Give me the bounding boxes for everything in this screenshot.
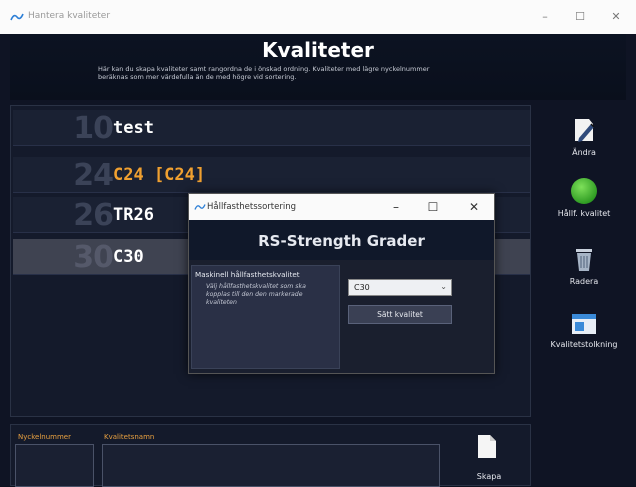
app-icon — [10, 13, 24, 21]
strength-quality-value: C30 — [354, 283, 370, 292]
quality-number: 30 — [73, 240, 114, 275]
quality-name: C24 [C24] — [113, 165, 206, 185]
quality-row[interactable]: 24 C24 [C24] — [13, 157, 530, 193]
quality-name: test — [113, 118, 154, 138]
close-button[interactable]: ✕ — [606, 8, 626, 26]
dialog-close-button[interactable]: ✕ — [465, 198, 483, 216]
quality-row[interactable]: 10 test — [13, 110, 530, 146]
dialog-app-icon — [194, 204, 206, 210]
delete-button[interactable]: Radera — [544, 245, 624, 286]
strength-quality-select[interactable]: C30 ⌄ — [348, 279, 452, 296]
strength-sorting-dialog: Hållfasthetssortering – ☐ ✕ RS-Strength … — [188, 193, 495, 374]
dialog-section-description: Välj hållfasthetskvalitet som ska koppla… — [206, 283, 306, 306]
window-title: Hantera kvaliteter — [28, 11, 111, 21]
dialog-header: RS-Strength Grader — [189, 220, 494, 260]
quality-name: C30 — [113, 247, 144, 267]
edit-label: Ändra — [572, 148, 596, 157]
chevron-down-icon: ⌄ — [440, 282, 447, 291]
strength-quality-button[interactable]: Hållf. kvalitet — [544, 177, 624, 218]
title-bar: Hantera kvaliteter – ☐ ✕ — [0, 0, 636, 34]
quality-number: 26 — [73, 198, 114, 233]
main-window: Hantera kvaliteter – ☐ ✕ Kvaliteter Här … — [0, 0, 636, 487]
quality-interpretation-label: Kvalitetstolkning — [550, 340, 618, 349]
dialog-minimize-button[interactable]: – — [387, 198, 405, 216]
dialog-section-title: Maskinell hållfasthetskvalitet — [195, 270, 300, 279]
new-document-icon — [478, 435, 496, 458]
key-number-label: Nyckelnummer — [18, 433, 71, 441]
dialog-maximize-button[interactable]: ☐ — [424, 198, 442, 216]
quality-name: TR26 — [113, 205, 154, 225]
quality-interpretation-button[interactable]: Kvalitetstolkning — [544, 312, 624, 349]
dialog-heading: RS-Strength Grader — [258, 232, 425, 250]
dialog-info-panel: Maskinell hållfasthetskvalitet Välj håll… — [191, 265, 340, 369]
set-quality-button[interactable]: Sätt kvalitet — [348, 305, 452, 324]
dialog-title: Hållfasthetssortering — [207, 202, 296, 212]
quality-number: 10 — [73, 111, 114, 146]
create-label: Skapa — [476, 472, 502, 481]
green-circle-icon — [571, 178, 597, 204]
edit-button[interactable]: Ändra — [544, 116, 624, 157]
strength-quality-label: Hållf. kvalitet — [557, 209, 611, 218]
page-header: Kvaliteter Här kan du skapa kvaliteter s… — [10, 34, 626, 100]
key-number-input[interactable] — [15, 444, 94, 487]
edit-icon — [575, 119, 595, 142]
maximize-button[interactable]: ☐ — [570, 8, 590, 26]
minimize-button[interactable]: – — [535, 8, 555, 26]
page-description: Här kan du skapa kvaliteter samt rangord… — [98, 65, 430, 81]
delete-label: Radera — [569, 277, 599, 286]
trash-icon — [576, 249, 592, 271]
dialog-title-bar: Hållfasthetssortering – ☐ ✕ — [189, 194, 494, 220]
quality-number: 24 — [73, 158, 114, 193]
quality-name-label: Kvalitetsnamn — [104, 433, 155, 441]
page-title: Kvaliteter — [262, 38, 374, 62]
window-icon — [572, 314, 596, 334]
create-button[interactable]: Skapa — [446, 424, 532, 486]
quality-name-input[interactable] — [102, 444, 440, 487]
